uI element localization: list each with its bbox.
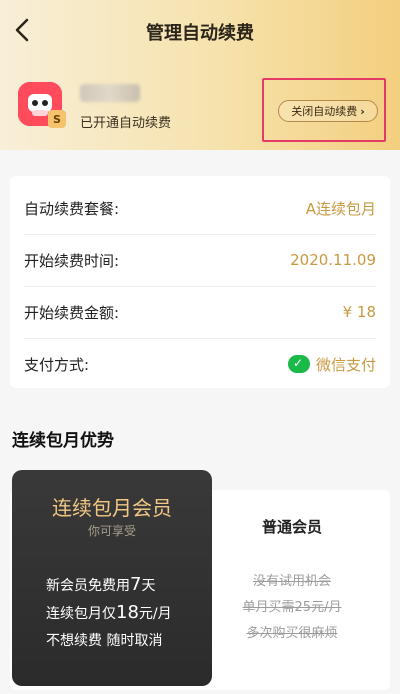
plan-label: 自动续费套餐: bbox=[24, 199, 120, 218]
blurred-username bbox=[80, 84, 140, 102]
vip-benefit-cancel: 不想续费 随时取消 bbox=[46, 633, 163, 649]
row-plan: 自动续费套餐: A连续包月 bbox=[24, 182, 376, 235]
close-auto-renew-button[interactable]: 关闭自动续费 › bbox=[278, 100, 378, 122]
start-time-value: 2020.11.09 bbox=[290, 251, 376, 269]
normal-line-3: 多次购买很麻烦 bbox=[246, 626, 338, 641]
vip-benefit-price: 连续包月仅18元/月 bbox=[46, 602, 172, 623]
renewal-details-card: 自动续费套餐: A连续包月 开始续费时间: 2020.11.09 开始续费金额:… bbox=[10, 176, 390, 388]
start-amount-label: 开始续费金额: bbox=[24, 303, 120, 322]
price-suffix: 元/月 bbox=[138, 606, 172, 622]
payment-value: 微信支付 bbox=[315, 355, 376, 374]
start-amount-value: ¥ 18 bbox=[342, 303, 376, 321]
row-payment: 支付方式: 微信支付 bbox=[24, 338, 376, 390]
payment-method: 微信支付 bbox=[287, 354, 376, 375]
price-number: 18 bbox=[116, 602, 139, 623]
plan-value: A连续包月 bbox=[305, 199, 376, 218]
vip-title: 连续包月会员 bbox=[52, 496, 172, 520]
auto-renew-status: 已开通自动续费 bbox=[80, 116, 172, 131]
vip-subtitle: 你可享受 bbox=[87, 524, 136, 538]
normal-line-1: 没有试用机会 bbox=[252, 574, 331, 589]
section-title: 连续包月优势 bbox=[12, 431, 114, 451]
normal-member-title: 普通会员 bbox=[261, 518, 322, 536]
normal-line-2: 单月买需25元/月 bbox=[242, 600, 342, 615]
vip-benefit-trial: 新会员免费用7天 bbox=[46, 574, 155, 595]
header-banner: 管理自动续费 S 已开通自动续费 关闭自动续费 › bbox=[0, 0, 400, 150]
vip-benefits-card: 连续包月会员 你可享受 新会员免费用7天 连续包月仅18元/月 不想续费 随时取… bbox=[12, 470, 212, 686]
price-prefix: 连续包月仅 bbox=[46, 606, 116, 622]
payment-label: 支付方式: bbox=[24, 355, 90, 374]
chevron-right-icon: › bbox=[360, 104, 365, 118]
row-start-time: 开始续费时间: 2020.11.09 bbox=[24, 234, 376, 287]
vip-badge: S bbox=[48, 110, 66, 128]
page-title: 管理自动续费 bbox=[146, 23, 254, 44]
trial-suffix: 天 bbox=[141, 578, 156, 594]
wechat-pay-icon bbox=[287, 355, 310, 373]
trial-prefix: 新会员免费用 bbox=[46, 578, 130, 594]
start-time-label: 开始续费时间: bbox=[24, 251, 120, 270]
trial-days: 7 bbox=[130, 574, 142, 595]
row-start-amount: 开始续费金额: ¥ 18 bbox=[24, 286, 376, 339]
close-auto-renew-label: 关闭自动续费 bbox=[291, 105, 358, 118]
